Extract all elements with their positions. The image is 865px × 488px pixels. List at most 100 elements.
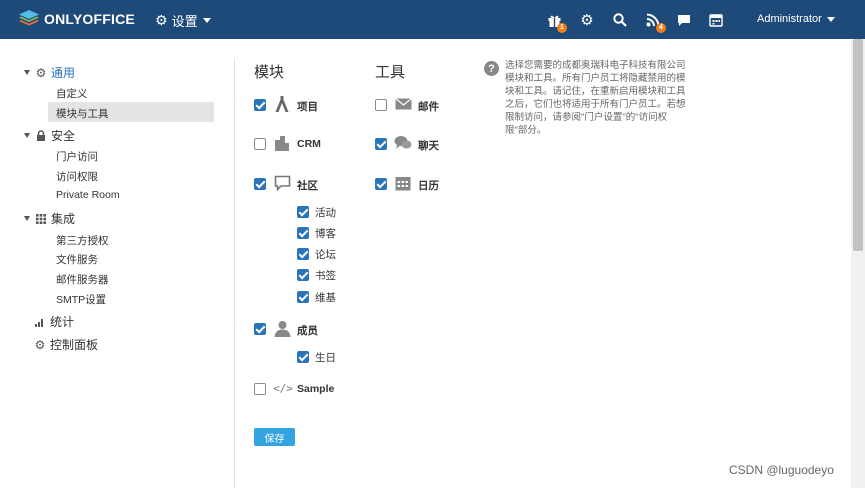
watermark: CSDN @luguodeyo	[729, 463, 834, 477]
sub-label-forums: 论坛	[315, 249, 336, 261]
calendar-icon	[394, 174, 412, 192]
tool-label-chat: 聊天	[418, 140, 439, 152]
chat-bubbles-icon	[394, 134, 412, 152]
sidebar-item-customization[interactable]: 自定义	[56, 86, 88, 101]
crm-icon	[273, 134, 291, 152]
sidebar-group-control-panel[interactable]: ⚙ 控制面板	[34, 336, 98, 353]
checkbox-community[interactable]	[254, 178, 266, 190]
help-icon: ?	[484, 61, 499, 76]
help-text: 选择您需要的成都奥瑞科电子科技有限公司模块和工具。所有门户员工将隐藏禁用的模块和…	[505, 60, 686, 136]
projects-icon	[273, 95, 291, 113]
chevron-down-icon	[24, 133, 30, 138]
sidebar-item-label: 模块与工具	[56, 108, 109, 120]
settings-gear-icon[interactable]: ⚙	[578, 11, 596, 29]
module-label-people: 成员	[297, 325, 318, 337]
tool-label-calendar: 日历	[418, 180, 439, 192]
sidebar-item-label: 自定义	[56, 88, 88, 100]
module-label-projects: 项目	[297, 101, 318, 113]
checkbox-community-wiki[interactable]	[297, 291, 309, 303]
user-menu[interactable]: Administrator	[757, 13, 835, 25]
logo[interactable]: ONLYOFFICE	[18, 9, 135, 29]
sidebar-item-label: 文件服务	[56, 254, 98, 266]
user-name: Administrator	[757, 13, 822, 25]
sub-label-blogs: 博客	[315, 228, 336, 240]
sidebar-group-label: 通用	[51, 66, 76, 80]
sidebar-item-document-service[interactable]: 文件服务	[56, 252, 98, 267]
sidebar-item-modules-tools[interactable]: 模块与工具	[56, 106, 109, 121]
top-bar: ONLYOFFICE ⚙ 设置 1 ⚙ 4 Administrator	[0, 0, 865, 39]
gift-badge: 1	[557, 23, 567, 33]
chevron-down-icon	[826, 16, 835, 22]
gift-icon[interactable]: 1	[545, 11, 567, 33]
sidebar-group-label: 集成	[51, 212, 76, 226]
chevron-down-icon	[202, 18, 211, 23]
people-icon	[273, 319, 291, 337]
save-button[interactable]: 保存	[254, 428, 295, 446]
sidebar-group-label: 安全	[51, 129, 76, 143]
feed-badge: 4	[656, 23, 666, 33]
chevron-down-icon	[24, 70, 30, 75]
modules-heading: 模块	[254, 64, 285, 81]
logo-icon	[19, 10, 39, 26]
sidebar-item-label: 门户访问	[56, 151, 98, 163]
community-icon	[273, 174, 291, 192]
sidebar-group-label: 统计	[50, 315, 75, 329]
module-label-sample: Sample	[297, 383, 335, 395]
gear-icon: ⚙	[35, 65, 47, 80]
sidebar-group-statistics[interactable]: 统计	[34, 313, 74, 330]
sidebar-item-label: 邮件服务器	[56, 274, 109, 286]
sidebar-group-integration[interactable]: 集成	[24, 210, 75, 227]
sidebar-item-label: 第三方授权	[56, 235, 109, 247]
bar-chart-icon	[34, 316, 46, 328]
control-panel-icon: ⚙	[34, 337, 46, 352]
settings-label: 设置	[171, 14, 198, 29]
chat-icon[interactable]	[675, 11, 693, 29]
sidebar-group-general[interactable]: ⚙ 通用	[24, 64, 75, 81]
sub-label-events: 活动	[315, 207, 336, 219]
logo-text: ONLYOFFICE	[44, 11, 135, 27]
tool-label-mail: 邮件	[418, 101, 439, 113]
checkbox-sample[interactable]	[254, 383, 266, 395]
sub-label-bookmarks: 书签	[315, 270, 336, 282]
checkbox-projects[interactable]	[254, 99, 266, 111]
sidebar-item-mail-server[interactable]: 邮件服务器	[56, 272, 109, 287]
settings-menu[interactable]: ⚙ 设置	[155, 11, 211, 30]
sidebar-group-label: 控制面板	[50, 338, 99, 352]
mail-icon	[394, 95, 412, 113]
scrollbar-thumb[interactable]	[853, 39, 863, 251]
checkbox-calendar[interactable]	[375, 178, 387, 190]
checkbox-mail[interactable]	[375, 99, 387, 111]
chevron-down-icon	[24, 216, 30, 221]
sub-label-wiki: 维基	[315, 292, 336, 304]
checkbox-people[interactable]	[254, 323, 266, 335]
gear-icon: ⚙	[155, 12, 168, 28]
checkbox-community-blogs[interactable]	[297, 227, 309, 239]
checkbox-chat[interactable]	[375, 138, 387, 150]
calendar-icon[interactable]	[707, 11, 725, 29]
module-label-crm: CRM	[297, 138, 321, 150]
feed-icon[interactable]: 4	[644, 11, 666, 33]
sidebar-item-smtp-settings[interactable]: SMTP设置	[56, 292, 106, 307]
sidebar-item-access-rights[interactable]: 访问权限	[56, 169, 98, 184]
module-label-community: 社区	[297, 180, 318, 192]
sidebar-item-label: SMTP设置	[56, 294, 107, 306]
checkbox-community-events[interactable]	[297, 206, 309, 218]
sidebar-item-label: 访问权限	[56, 171, 98, 183]
lock-icon	[35, 130, 47, 142]
sidebar: ⚙ 通用 自定义 模块与工具 安全 门户访问 访问权限 Private Room…	[0, 39, 234, 488]
checkbox-people-birthdays[interactable]	[297, 351, 309, 363]
sidebar-divider	[234, 58, 235, 488]
sub-label-birthdays: 生日	[315, 352, 336, 364]
checkbox-community-forums[interactable]	[297, 248, 309, 260]
sidebar-item-label: Private Room	[56, 189, 120, 201]
sidebar-item-portal-access[interactable]: 门户访问	[56, 149, 98, 164]
sidebar-group-security[interactable]: 安全	[24, 127, 75, 144]
sidebar-item-third-party-auth[interactable]: 第三方授权	[56, 233, 109, 248]
checkbox-crm[interactable]	[254, 138, 266, 150]
sidebar-item-private-room[interactable]: Private Room	[56, 189, 120, 201]
search-icon[interactable]	[611, 11, 629, 29]
code-icon: </>	[273, 381, 293, 395]
grid-icon	[35, 213, 47, 225]
checkbox-community-bookmarks[interactable]	[297, 269, 309, 281]
tools-heading: 工具	[375, 64, 406, 81]
